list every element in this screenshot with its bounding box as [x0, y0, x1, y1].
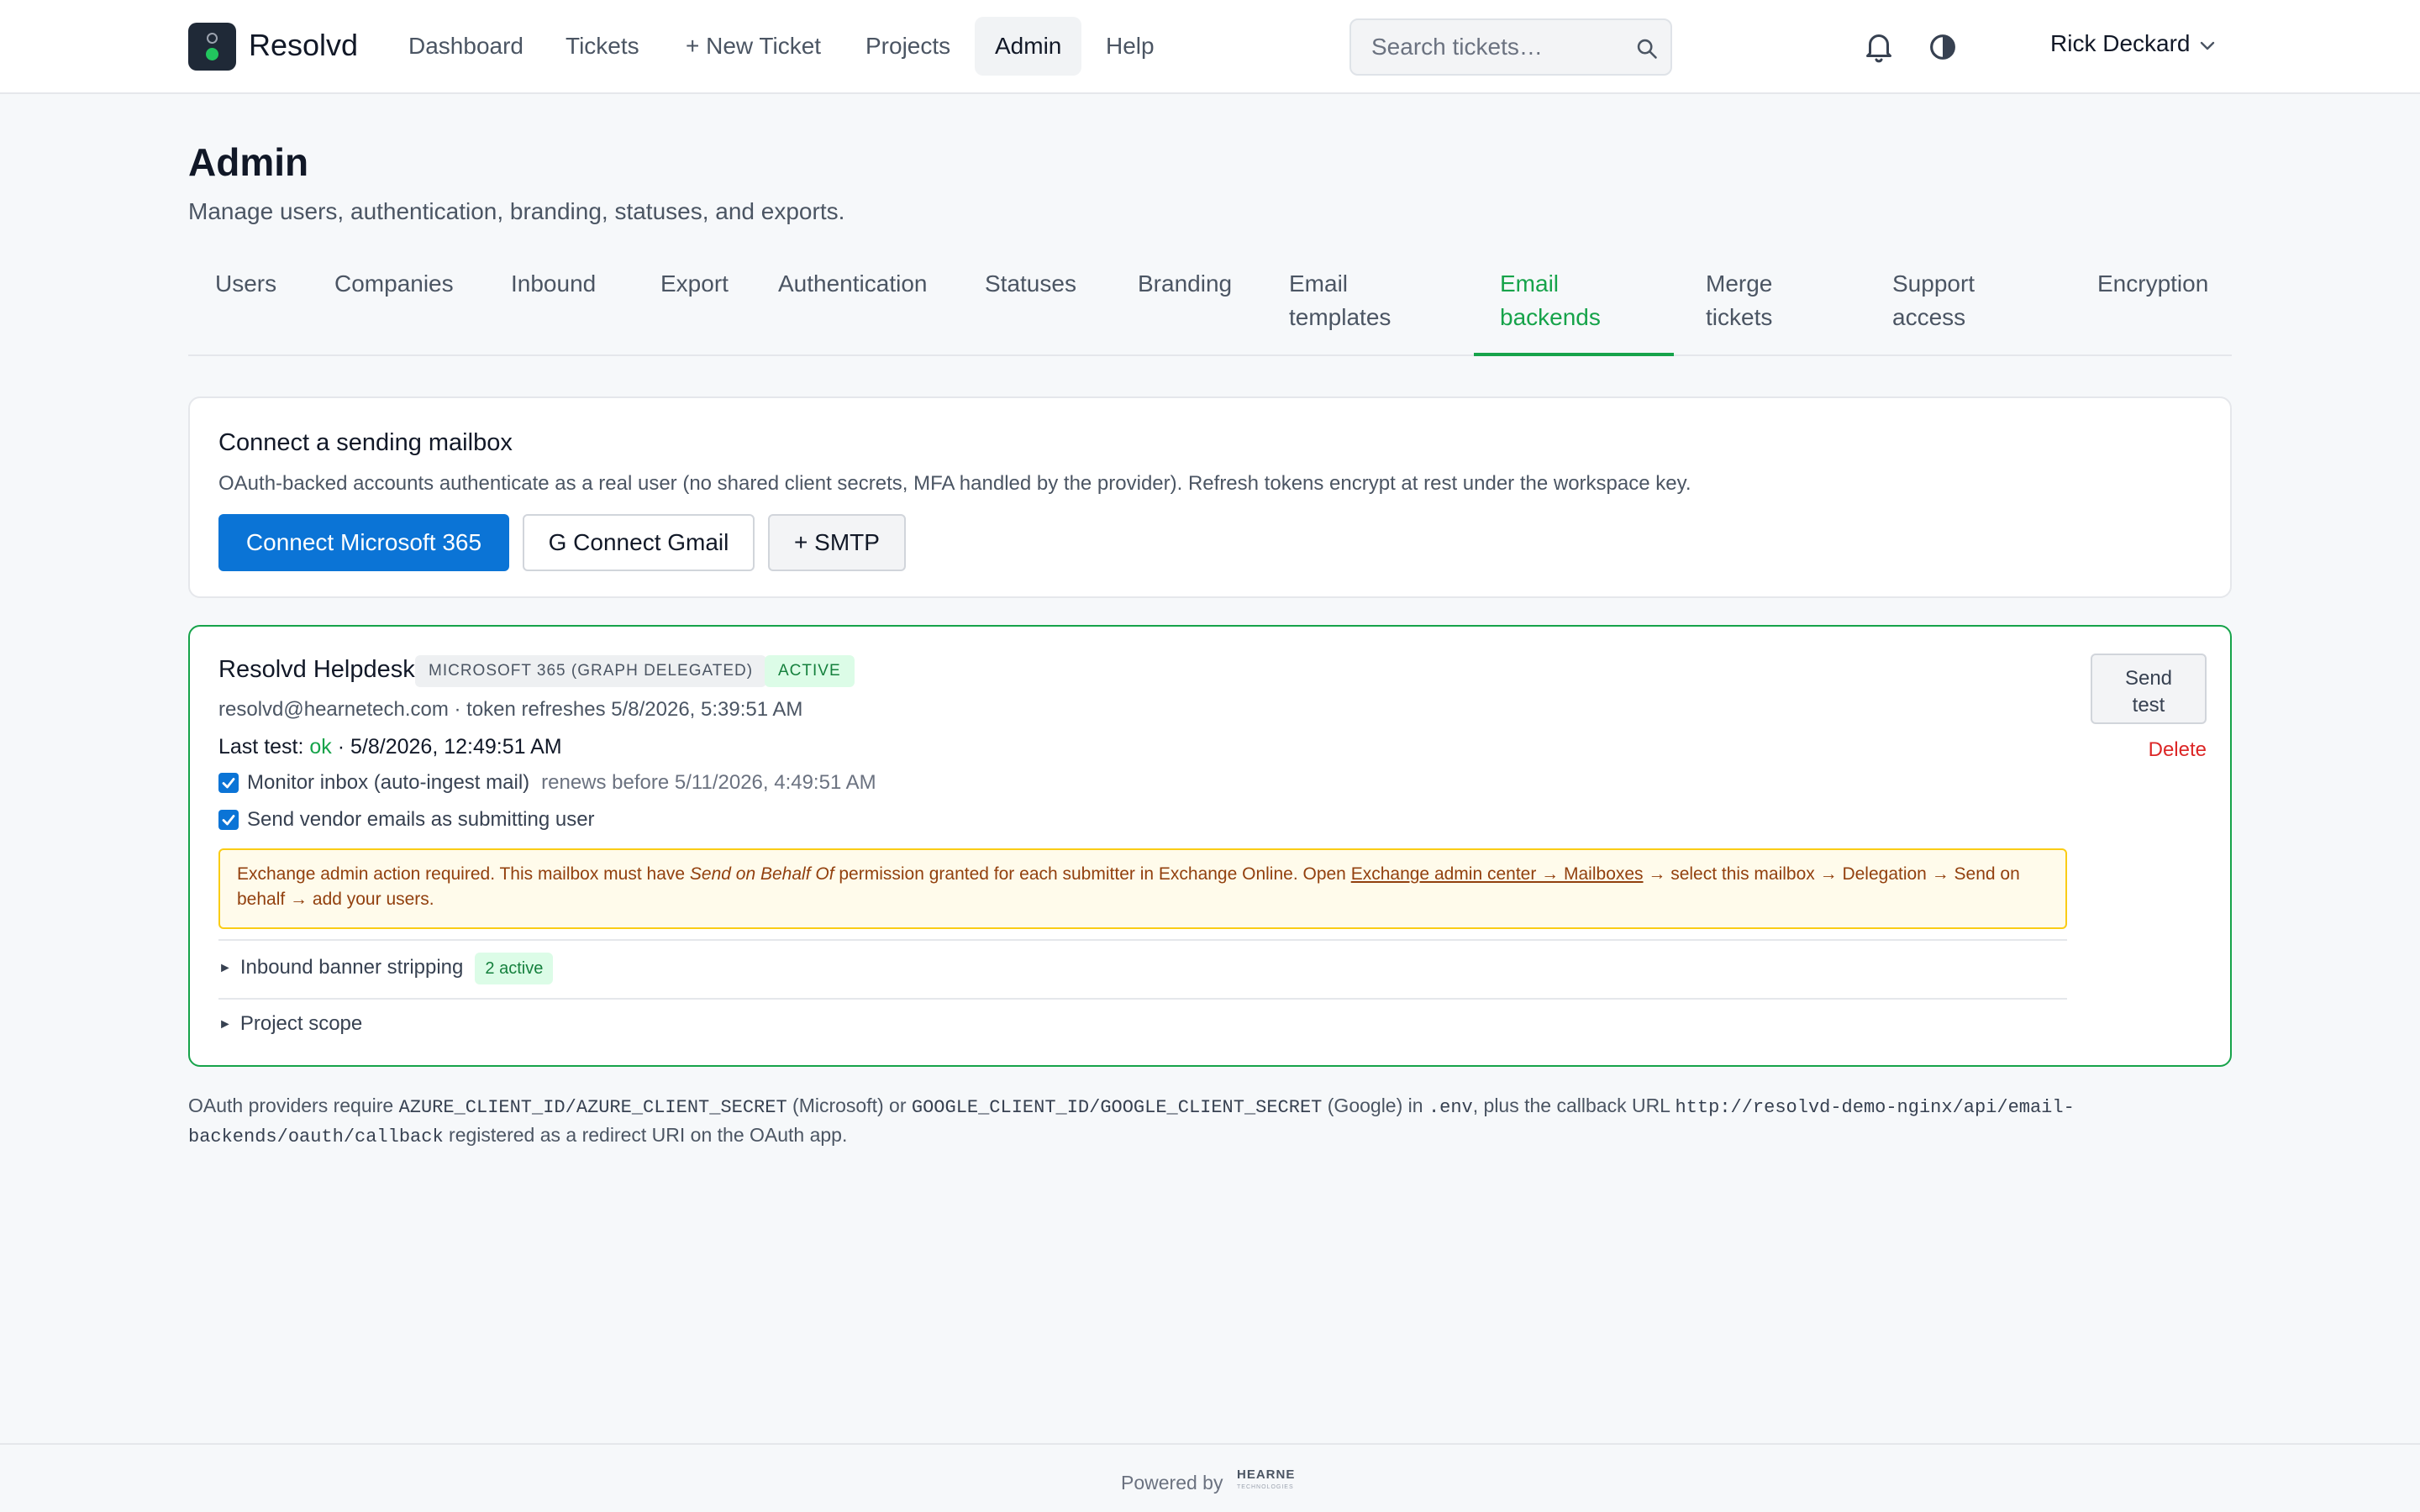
monitor-inbox-checkbox[interactable] — [218, 773, 239, 793]
backend-meta: resolvd@hearnetech.com · token refreshes… — [218, 698, 803, 721]
check-icon — [222, 815, 235, 826]
powered-by-text: Powered by — [1121, 1472, 1223, 1494]
banner-stripping-toggle[interactable]: ► Inbound banner stripping 2 active — [218, 953, 554, 984]
chevron-down-icon[interactable] — [2198, 40, 2217, 52]
search-icon[interactable] — [1635, 37, 1659, 60]
footnote-text: OAuth providers require — [188, 1095, 399, 1116]
search-box — [1349, 18, 1672, 76]
nav-dashboard[interactable]: Dashboard — [388, 17, 544, 76]
connect-mailbox-description: OAuth-backed accounts authenticate as a … — [218, 472, 1691, 495]
footnote-text: , plus the callback URL — [1472, 1095, 1676, 1116]
tab-inbound[interactable]: Inbound — [484, 267, 623, 301]
exchange-admin-warning: Exchange admin action required. This mai… — [218, 848, 2067, 929]
nav-new-ticket[interactable]: + New Ticket — [666, 17, 841, 76]
monitor-inbox-row[interactable]: Monitor inbox (auto-ingest mail) renews b… — [218, 769, 876, 796]
nav-tickets[interactable]: Tickets — [545, 17, 660, 76]
last-test-label: Last test: — [218, 735, 310, 759]
footer: Powered by HEARNE TECHNOLOGIES — [0, 1443, 2420, 1512]
warning-text: Exchange admin action required. This mai… — [237, 864, 690, 884]
tab-email-backends[interactable]: Email backends — [1473, 267, 1628, 334]
page-title: Admin — [188, 140, 309, 184]
project-scope-toggle[interactable]: ► Project scope — [218, 1010, 362, 1039]
tab-users[interactable]: Users — [188, 267, 303, 301]
footnote-code: GOOGLE_CLIENT_ID/GOOGLE_CLIENT_SECRET — [911, 1097, 1323, 1118]
warning-text: permission granted for each submitter in… — [834, 864, 1351, 884]
tab-branding[interactable]: Branding — [1111, 267, 1259, 301]
project-scope-label: Project scope — [239, 1012, 363, 1035]
triangle-right-icon: ► — [218, 961, 232, 975]
nav-projects[interactable]: Projects — [845, 17, 971, 76]
email-backend-card: Resolvd Helpdesk MICROSOFT 365 (GRAPH DE… — [188, 625, 2232, 1067]
connect-gmail-button[interactable]: G Connect Gmail — [523, 514, 755, 571]
tab-companies[interactable]: Companies — [308, 267, 481, 301]
tab-statuses[interactable]: Statuses — [958, 267, 1103, 301]
warning-emphasis: Send on Behalf Of — [689, 864, 834, 884]
last-test-status: ok — [309, 735, 332, 759]
status-badge: ACTIVE — [765, 655, 855, 687]
nav-admin[interactable]: Admin — [975, 17, 1082, 76]
hearne-logo[interactable]: HEARNE — [1237, 1467, 1295, 1483]
page-subtitle: Manage users, authentication, branding, … — [188, 198, 845, 224]
tab-email-templates[interactable]: Email templates — [1262, 267, 1418, 334]
user-menu[interactable]: Rick Deckard — [2050, 27, 2190, 60]
search-input[interactable] — [1371, 30, 1623, 64]
send-test-button[interactable]: Send test — [2091, 654, 2207, 724]
banner-stripping-label: Inbound banner stripping — [239, 956, 464, 979]
tab-support-access[interactable]: Support access — [1865, 267, 2002, 334]
brand-name[interactable]: Resolvd — [249, 27, 358, 64]
footnote-code: .env — [1428, 1097, 1473, 1118]
provider-badge: MICROSOFT 365 (GRAPH DELEGATED) — [415, 655, 767, 687]
nav-help[interactable]: Help — [1086, 17, 1175, 76]
admin-tabs: Users Companies Inbound Export Authentic… — [188, 252, 2232, 356]
delete-backend-link[interactable]: Delete — [2148, 736, 2207, 764]
footnote-text: registered as a redirect URI on the OAut… — [443, 1124, 848, 1146]
send-as-user-label: Send vendor emails as submitting user — [247, 808, 595, 831]
connect-mailbox-card: Connect a sending mailbox OAuth-backed a… — [188, 396, 2232, 598]
triangle-right-icon: ► — [218, 1017, 232, 1032]
check-icon — [222, 778, 235, 789]
monitor-renew-note: renews before 5/11/2026, 4:49:51 AM — [541, 771, 876, 794]
active-tab-indicator — [1474, 353, 1674, 356]
connect-microsoft-button[interactable]: Connect Microsoft 365 — [218, 514, 509, 571]
divider — [218, 998, 2067, 1000]
contrast-icon[interactable] — [1929, 34, 1956, 60]
exchange-admin-link[interactable]: Exchange admin center → Mailboxes — [1351, 864, 1644, 884]
tab-encryption[interactable]: Encryption — [2070, 267, 2235, 301]
last-test-time: · 5/8/2026, 12:49:51 AM — [331, 735, 562, 759]
footnote-code: AZURE_CLIENT_ID/AZURE_CLIENT_SECRET — [398, 1097, 787, 1118]
tab-export[interactable]: Export — [634, 267, 755, 301]
monitor-inbox-label: Monitor inbox (auto-ingest mail) — [247, 771, 530, 794]
connect-mailbox-title: Connect a sending mailbox — [218, 429, 513, 456]
send-as-user-checkbox[interactable] — [218, 810, 239, 830]
last-test: Last test: ok · 5/8/2026, 12:49:51 AM — [218, 732, 562, 761]
footnote-text: (Microsoft) or — [786, 1095, 912, 1116]
traffic-light-logo-icon[interactable] — [188, 23, 236, 71]
footnote-text: (Google) in — [1322, 1095, 1428, 1116]
banner-stripping-count: 2 active — [475, 953, 554, 984]
hearne-logo-sub: TECHNOLOGIES — [1237, 1484, 1294, 1490]
top-nav: Resolvd Dashboard Tickets + New Ticket P… — [0, 0, 2420, 94]
backend-name: Resolvd Helpdesk — [218, 656, 415, 683]
bell-icon[interactable] — [1864, 30, 1894, 64]
tab-merge-tickets[interactable]: Merge tickets — [1679, 267, 1799, 334]
divider — [218, 939, 2067, 941]
add-smtp-button[interactable]: + SMTP — [768, 514, 906, 571]
tab-authentication[interactable]: Authentication — [751, 267, 954, 301]
send-as-user-row[interactable]: Send vendor emails as submitting user — [218, 806, 595, 833]
oauth-footnote: OAuth providers require AZURE_CLIENT_ID/… — [188, 1092, 2238, 1151]
